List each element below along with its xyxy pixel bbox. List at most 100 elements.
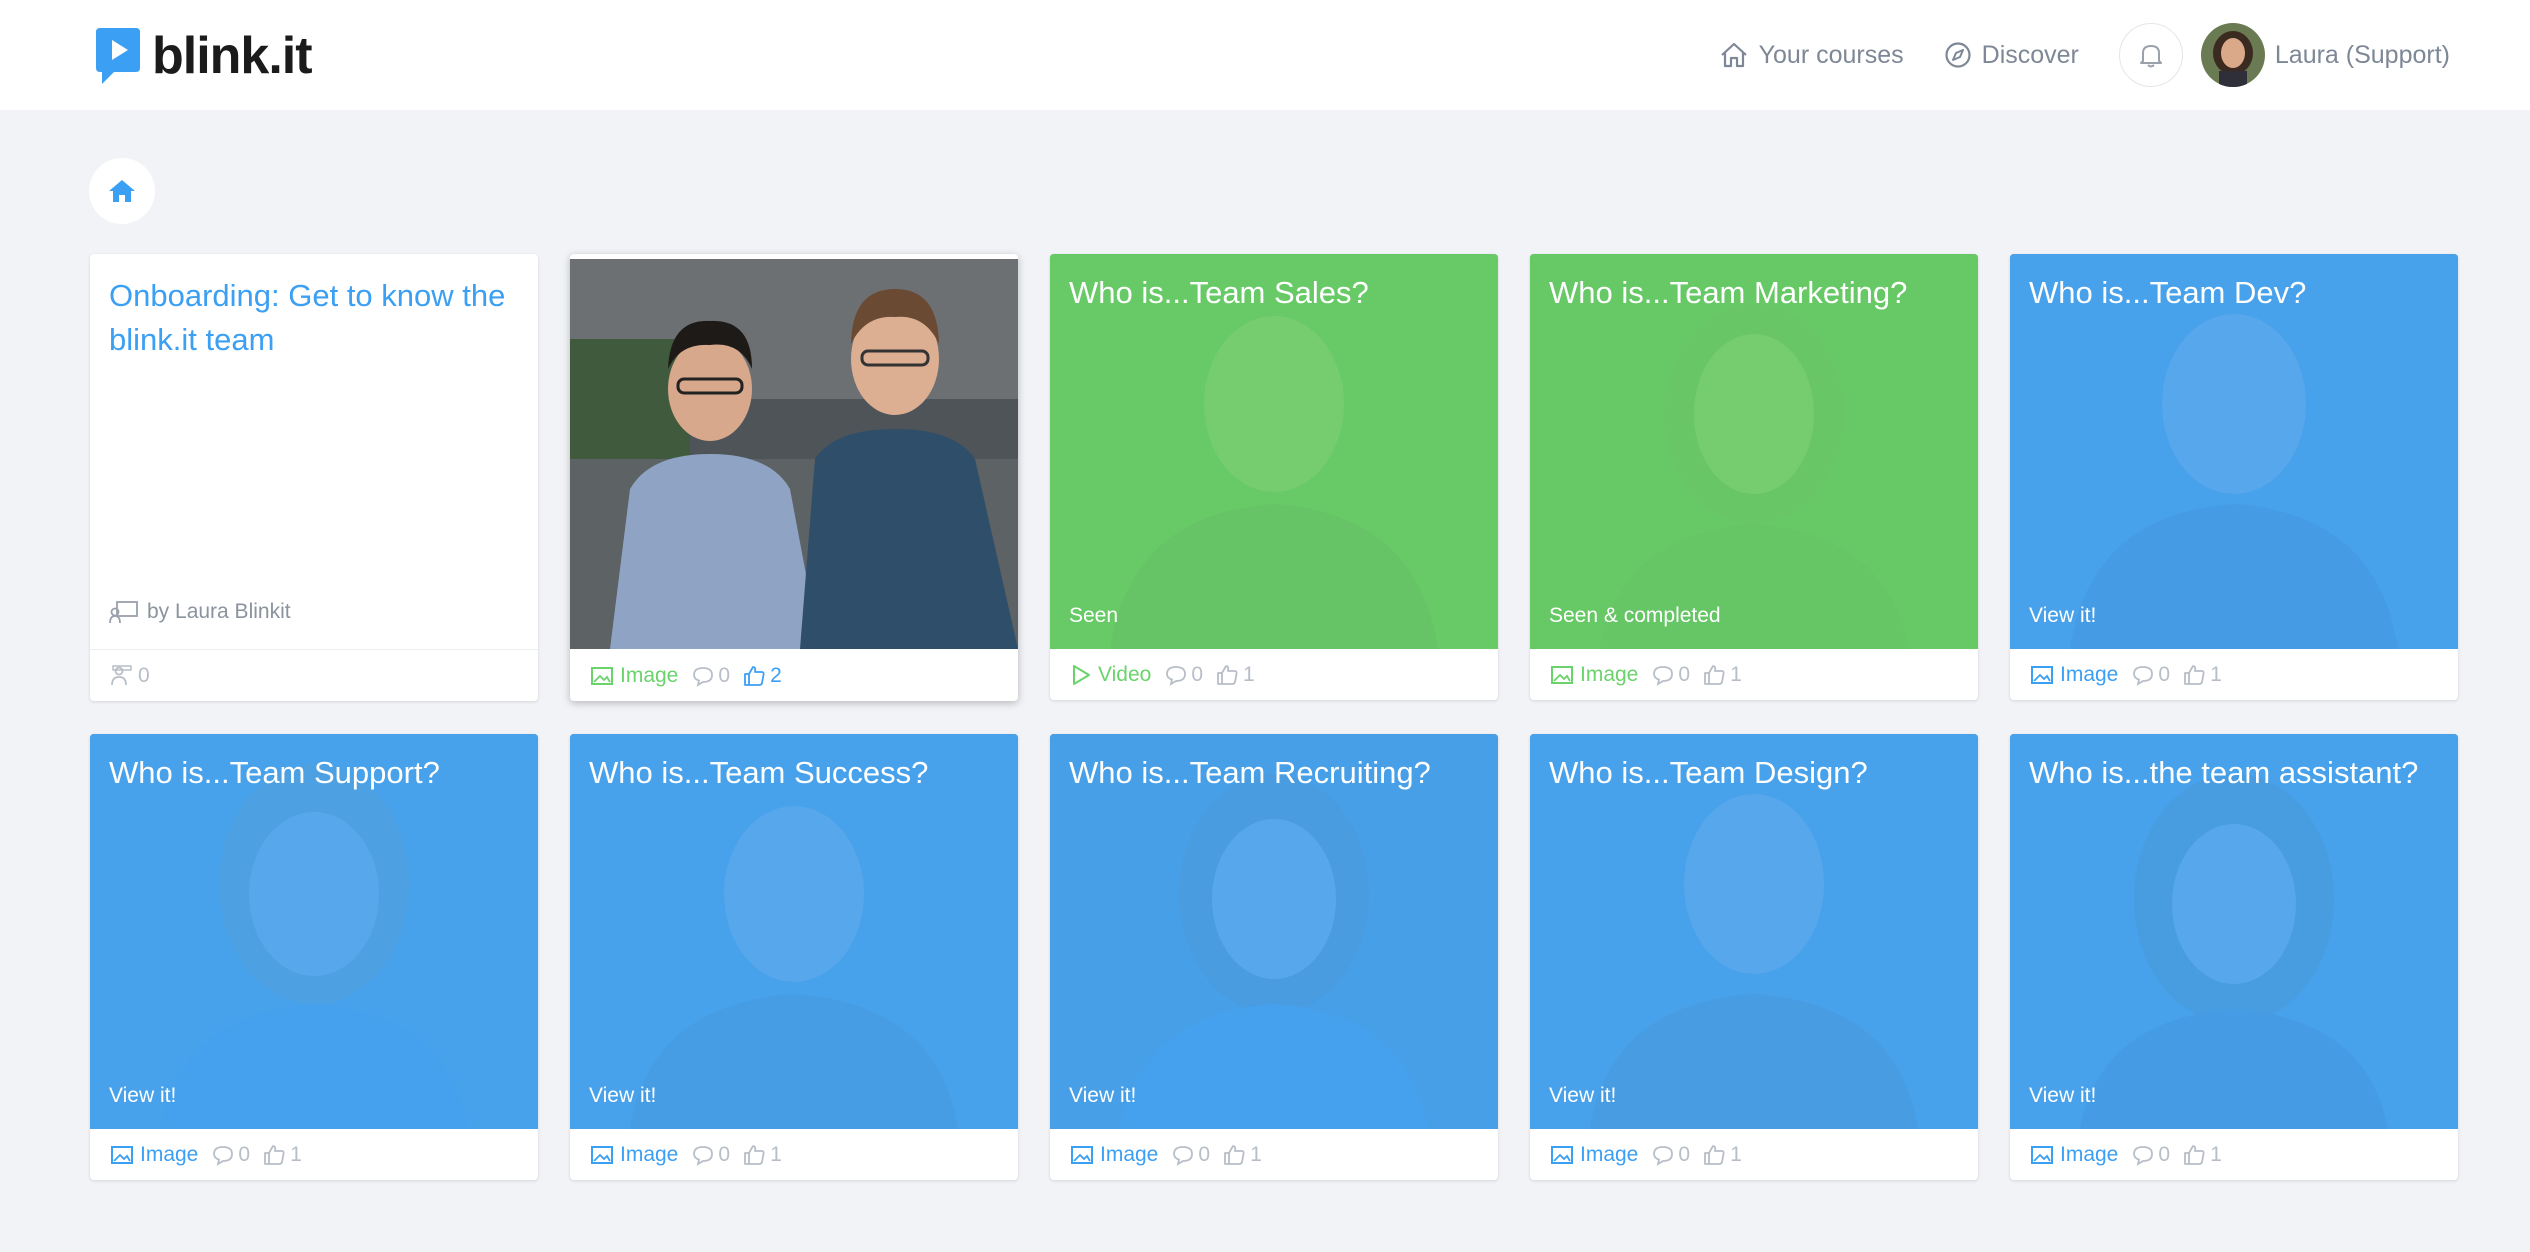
card-overlay xyxy=(2010,254,2458,649)
card-team-design[interactable]: Who is...Team Design? View it! Image 0 1 xyxy=(1530,734,1978,1180)
card-team-marketing[interactable]: Who is...Team Marketing? Seen & complete… xyxy=(1530,254,1978,700)
card-footer: Image 0 1 xyxy=(1530,649,1978,700)
card-type-label: Image xyxy=(2060,662,2119,686)
likes-count: 1 xyxy=(770,1142,782,1166)
card-footer: Image 0 1 xyxy=(2010,1129,2458,1180)
likes-count: 1 xyxy=(1250,1142,1262,1166)
play-icon xyxy=(1073,664,1090,685)
card-footer: Video 0 1 xyxy=(1050,649,1498,700)
card-overlay xyxy=(1050,254,1498,649)
likes-count: 1 xyxy=(1730,662,1742,686)
teacher-icon xyxy=(109,601,138,624)
user-name[interactable]: Laura (Support) xyxy=(2275,41,2450,70)
card-footer: Image 0 2 xyxy=(570,650,1018,701)
likes-stat[interactable]: 1 xyxy=(1702,1143,1742,1167)
card-team-dev[interactable]: Who is...Team Dev? View it! Image 0 1 xyxy=(2010,254,2458,700)
comments-stat[interactable]: 0 xyxy=(692,1143,730,1167)
comments-stat[interactable]: 0 xyxy=(692,664,730,688)
thumbs-up-icon xyxy=(1217,664,1238,685)
top-bar: blink.it Your courses Discover Laura (Su… xyxy=(0,0,2530,110)
course-title[interactable]: Onboarding: Get to know the blink.it tea… xyxy=(109,274,508,362)
comments-stat[interactable]: 0 xyxy=(1652,1143,1690,1167)
comments-count: 0 xyxy=(1198,1142,1211,1166)
logo[interactable]: blink.it xyxy=(96,27,313,85)
card-team-recruiting[interactable]: Who is...Team Recruiting? View it! Image… xyxy=(1050,734,1498,1180)
card-team-photo[interactable]: Image 0 2 xyxy=(570,254,1018,701)
comments-count: 0 xyxy=(2158,662,2171,686)
home-button[interactable] xyxy=(89,158,155,224)
card-team-sales[interactable]: Who is...Team Sales? Seen Video 0 1 xyxy=(1050,254,1498,700)
nav-discover[interactable]: Discover xyxy=(1944,41,2079,70)
likes-stat[interactable]: 2 xyxy=(742,664,782,688)
comment-icon xyxy=(1173,1145,1194,1166)
bell-icon xyxy=(2139,45,2162,68)
comment-icon xyxy=(693,666,714,687)
comments-stat[interactable]: 0 xyxy=(1652,663,1690,687)
thumbs-up-icon xyxy=(1224,1144,1245,1165)
card-footer: Image 0 1 xyxy=(1530,1129,1978,1180)
comments-stat[interactable]: 0 xyxy=(2132,1143,2170,1167)
card-overlay xyxy=(570,734,1018,1129)
course-footer: 0 xyxy=(90,650,538,701)
card-team-success[interactable]: Who is...Team Success? View it! Image 0 … xyxy=(570,734,1018,1180)
card-title: Who is...Team Design? xyxy=(1549,755,1868,790)
card-type: Image xyxy=(1550,663,1638,687)
comments-count: 0 xyxy=(238,1142,251,1166)
card-title: Who is...Team Recruiting? xyxy=(1069,755,1431,790)
thumbs-up-icon xyxy=(744,665,765,686)
likes-stat[interactable]: 1 xyxy=(2182,1143,2222,1167)
comments-count: 0 xyxy=(2158,1142,2171,1166)
avatar[interactable] xyxy=(2200,23,2265,87)
comments-count: 0 xyxy=(1678,1142,1691,1166)
card-status: Seen xyxy=(1069,604,1119,627)
card-status: View it! xyxy=(1549,1084,1617,1107)
card-media: Who is...Team Support? View it! xyxy=(90,734,538,1129)
logo-text: blink.it xyxy=(152,27,313,85)
participants-icon xyxy=(111,664,132,685)
likes-stat[interactable]: 1 xyxy=(1222,1143,1262,1167)
comment-icon xyxy=(1653,665,1674,686)
likes-count: 1 xyxy=(2210,1142,2222,1166)
likes-stat[interactable]: 1 xyxy=(262,1143,302,1167)
card-type-label: Image xyxy=(1100,1142,1159,1166)
card-title: Who is...Team Dev? xyxy=(2029,275,2307,310)
comment-icon xyxy=(693,1145,714,1166)
notifications-button[interactable] xyxy=(2118,23,2183,87)
card-type-label: Image xyxy=(620,663,679,687)
likes-stat[interactable]: 1 xyxy=(2182,663,2222,687)
card-team-assistant[interactable]: Who is...the team assistant? View it! Im… xyxy=(2010,734,2458,1180)
card-overlay xyxy=(2010,734,2458,1129)
likes-stat[interactable]: 1 xyxy=(742,1143,782,1167)
card-title: Who is...Team Marketing? xyxy=(1549,275,1908,310)
card-type: Image xyxy=(2030,663,2118,687)
top-nav: Your courses Discover Laura (Support) xyxy=(1719,0,2530,110)
comments-stat[interactable]: 0 xyxy=(212,1143,250,1167)
card-type-label: Image xyxy=(2060,1142,2119,1166)
likes-count: 1 xyxy=(2210,662,2222,686)
likes-stat[interactable]: 1 xyxy=(1702,663,1742,687)
card-title: Who is...the team assistant? xyxy=(2029,755,2419,790)
course-info-card[interactable]: Onboarding: Get to know the blink.it tea… xyxy=(90,254,538,701)
card-team-support[interactable]: Who is...Team Support? View it! Image 0 … xyxy=(90,734,538,1180)
likes-stat[interactable]: 1 xyxy=(1215,663,1255,687)
card-type-label: Image xyxy=(620,1142,679,1166)
home-icon xyxy=(109,180,135,202)
image-icon xyxy=(1071,1145,1093,1164)
comment-icon xyxy=(1166,665,1187,686)
nav-your-courses-label: Your courses xyxy=(1758,40,1904,69)
comments-stat[interactable]: 0 xyxy=(2132,663,2170,687)
likes-count: 2 xyxy=(770,663,782,687)
card-status: View it! xyxy=(589,1084,657,1107)
card-media: Who is...Team Recruiting? View it! xyxy=(1050,734,1498,1129)
nav-discover-label: Discover xyxy=(1981,40,2079,69)
comment-icon xyxy=(213,1145,234,1166)
comments-stat[interactable]: 0 xyxy=(1172,1143,1210,1167)
card-status: Seen & completed xyxy=(1549,604,1721,627)
comments-count: 0 xyxy=(1191,662,1204,686)
nav-your-courses[interactable]: Your courses xyxy=(1719,41,1904,70)
comments-stat[interactable]: 0 xyxy=(1165,663,1203,687)
card-footer: Image 0 1 xyxy=(2010,649,2458,700)
card-type: Image xyxy=(110,1143,198,1167)
card-type-label: Image xyxy=(1580,662,1639,686)
home-outline-icon xyxy=(1720,42,1747,68)
